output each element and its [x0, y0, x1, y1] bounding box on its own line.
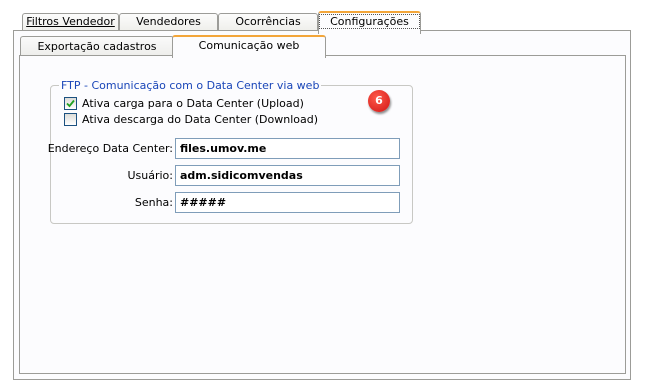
ftp-group-title: FTP - Comunicação com o Data Center via … — [59, 79, 322, 92]
tab-exportacao-cadastros[interactable]: Exportação cadastros — [20, 36, 174, 57]
tab-label: Configurações — [319, 14, 420, 29]
address-field[interactable]: files.umov.me — [175, 138, 400, 159]
step-badge: 6 — [368, 90, 390, 112]
download-checkbox[interactable] — [64, 113, 77, 126]
user-label: Usuário: — [127, 169, 173, 182]
user-field[interactable]: adm.sidicomvendas — [175, 165, 400, 186]
tab-label: Ocorrências — [235, 15, 301, 28]
password-label: Senha: — [134, 196, 173, 209]
tab-label: Vendedores — [136, 15, 201, 28]
upload-label: Ativa carga para o Data Center (Upload) — [82, 97, 304, 110]
upload-checkbox[interactable] — [64, 97, 77, 110]
checkmark-icon — [66, 99, 75, 108]
address-label: Endereço Data Center: — [47, 142, 173, 155]
tab-label: Filtros Vendedor — [26, 15, 115, 28]
tab-label: Comunicação web — [198, 39, 300, 52]
tab-comunicacao-web[interactable]: Comunicação web — [172, 35, 326, 58]
download-label: Ativa descarga do Data Center (Download) — [82, 113, 319, 126]
tab-configuracoes[interactable]: Configurações — [318, 11, 421, 34]
tab-label: Exportação cadastros — [37, 40, 157, 53]
password-field[interactable]: ##### — [175, 192, 400, 213]
